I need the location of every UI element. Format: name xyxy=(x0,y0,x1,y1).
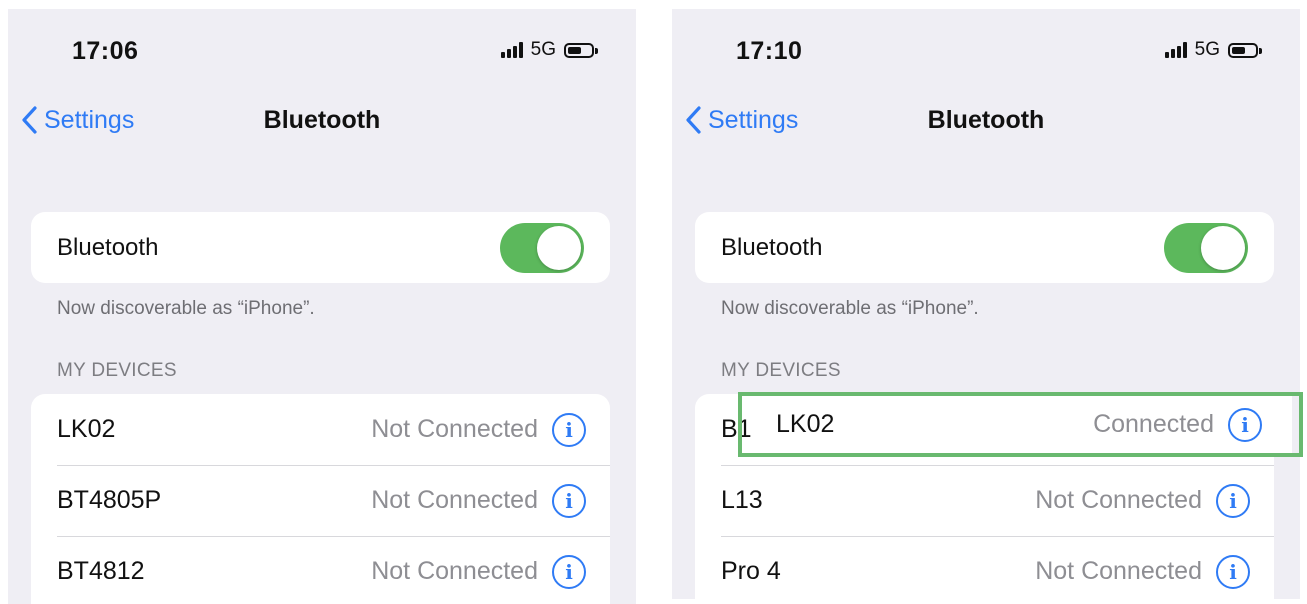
device-row[interactable]: BT4805P Not Connected i xyxy=(31,465,610,536)
device-name: LK02 xyxy=(57,415,116,443)
device-status: Not Connected xyxy=(371,486,538,514)
signal-icon xyxy=(500,42,523,58)
device-status: Not Connected xyxy=(371,415,538,443)
info-circle-icon[interactable]: i xyxy=(1216,554,1250,589)
status-indicators: 5G xyxy=(500,39,598,61)
device-row[interactable]: LK02 Not Connected i xyxy=(31,394,610,465)
info-circle-icon[interactable]: i xyxy=(552,554,586,589)
bluetooth-toggle-row: Bluetooth xyxy=(695,212,1274,283)
status-time: 17:06 xyxy=(72,37,139,65)
my-devices-header: MY DEVICES xyxy=(721,360,841,381)
device-row[interactable]: BT4812 Not Connected i xyxy=(31,536,610,604)
right-phone-screen: 17:10 5G Settings Bluetooth Bluetooth No… xyxy=(672,9,1300,599)
info-circle-icon[interactable]: i xyxy=(1228,407,1262,442)
my-devices-header: MY DEVICES xyxy=(57,360,177,381)
info-circle-icon[interactable]: i xyxy=(552,483,586,518)
bluetooth-toggle-label: Bluetooth xyxy=(57,233,159,261)
device-name: BT4805P xyxy=(57,486,162,514)
device-name: Pro 4 xyxy=(721,557,781,585)
page-title: Bluetooth xyxy=(927,106,1045,134)
device-row[interactable]: L13 Not Connected i xyxy=(695,465,1274,536)
device-name: BT4812 xyxy=(57,557,145,585)
info-circle-icon[interactable]: i xyxy=(552,412,586,447)
devices-list: LK02 Not Connected i BT4805P Not Connect… xyxy=(31,394,610,604)
device-status: Not Connected xyxy=(1035,557,1202,585)
highlighted-device-row[interactable]: LK02 Connected i xyxy=(752,396,1292,453)
bluetooth-toggle-label: Bluetooth xyxy=(721,233,823,261)
underlying-device-name: B1 xyxy=(721,415,752,443)
discoverable-note: Now discoverable as “iPhone”. xyxy=(721,298,979,319)
bluetooth-switch[interactable] xyxy=(500,222,584,273)
discoverable-note: Now discoverable as “iPhone”. xyxy=(57,298,315,319)
device-row[interactable]: Pro 4 Not Connected i xyxy=(695,536,1274,599)
bluetooth-toggle-card: Bluetooth xyxy=(31,212,610,283)
bluetooth-toggle-card: Bluetooth xyxy=(695,212,1274,283)
status-indicators: 5G xyxy=(1164,39,1262,61)
status-time: 17:10 xyxy=(736,37,803,65)
network-type: 5G xyxy=(530,39,556,60)
left-phone-screen: 17:06 5G Settings Bluetooth Bluetooth No… xyxy=(8,9,636,604)
signal-icon xyxy=(1164,42,1187,58)
highlighted-device-status: Connected xyxy=(1093,410,1214,438)
battery-icon xyxy=(1228,42,1262,58)
device-name: L13 xyxy=(721,486,763,514)
battery-icon xyxy=(564,42,598,58)
info-circle-icon[interactable]: i xyxy=(1216,483,1250,518)
network-type: 5G xyxy=(1194,39,1220,60)
device-status: Not Connected xyxy=(371,557,538,585)
bluetooth-toggle-row: Bluetooth xyxy=(31,212,610,283)
device-status: Not Connected xyxy=(1035,486,1202,514)
highlighted-device-name: LK02 xyxy=(776,410,835,438)
page-title: Bluetooth xyxy=(263,106,381,134)
bluetooth-switch[interactable] xyxy=(1164,222,1248,273)
